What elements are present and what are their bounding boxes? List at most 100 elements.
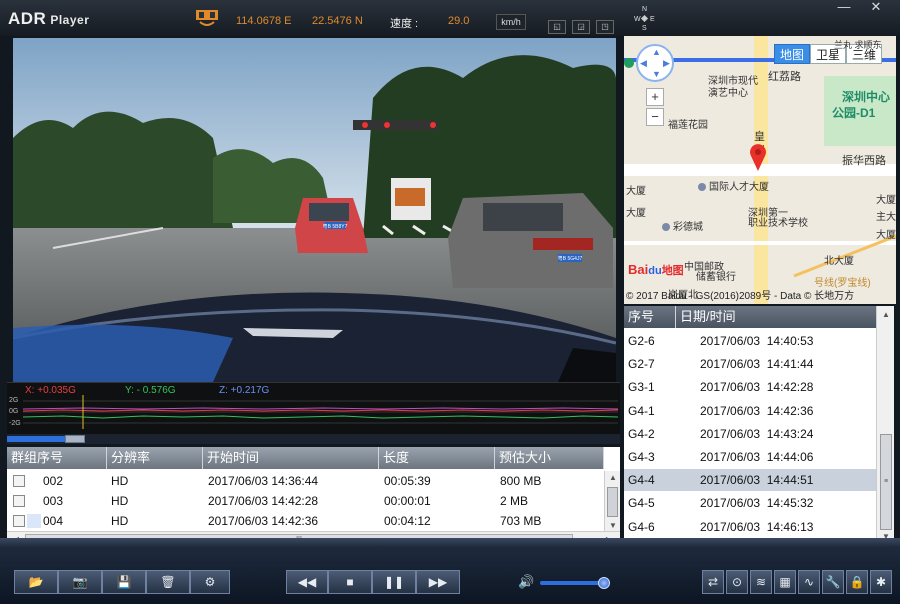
table-row[interactable]: G4-4 2017/06/03 14:44:51 [624, 469, 876, 492]
longitude-readout: 114.0678 E [236, 15, 292, 27]
col-resolution[interactable]: 分辨率 [107, 447, 203, 469]
table-row[interactable]: G3-1 2017/06/03 14:42:28 [624, 376, 876, 398]
save-button[interactable]: 💾 [102, 570, 146, 594]
zoom-in-button[interactable]: + [646, 88, 664, 106]
map-pan-control[interactable]: ▲ ◀ ▶ ▼ [636, 44, 674, 82]
adr-player-window: ADR Player 114.0678 E 22.5476 N 速度 : 29.0… [0, 0, 900, 604]
pan-left-icon[interactable]: ◀ [640, 58, 647, 69]
file-datetime: 2017/06/03 14:46:13 [700, 519, 814, 534]
map-panel[interactable]: 地图 卫星 三维 ▲ ◀ ▶ ▼ + − 深圳市现代 演艺中心 福莲花园 红荔路… [624, 36, 896, 304]
table-row[interactable]: 002 HD 2017/06/03 14:36:44 00:05:39 800 … [7, 471, 604, 491]
group-length: 00:04:12 [384, 514, 431, 528]
seek-handle[interactable] [65, 435, 85, 443]
table-row[interactable]: 003 HD 2017/06/03 14:42:28 00:00:01 2 MB [7, 491, 604, 511]
table-row[interactable]: G4-6 2017/06/03 14:46:13 [624, 516, 876, 538]
save-icon: 💾 [116, 575, 132, 589]
snapshot-button[interactable]: 📷 [58, 570, 102, 594]
map-label: 演艺中心 [708, 88, 748, 99]
map-label: 兰丸 求顺东 [834, 40, 882, 50]
volume-knob[interactable] [598, 577, 611, 589]
wave-icon: ∿ [803, 575, 815, 589]
layout-full-icon[interactable]: ◳ [596, 20, 614, 34]
scroll-up-icon[interactable]: ▲ [606, 471, 620, 485]
settings-button[interactable]: ⚙ [190, 570, 230, 594]
col-group-id[interactable]: 群组序号 [7, 447, 107, 469]
map-label: 大厦 [876, 195, 896, 206]
pause-button[interactable]: ❚❚ [372, 570, 416, 594]
row-checkbox[interactable] [13, 475, 25, 487]
col-size[interactable]: 预估大小 [495, 447, 604, 469]
file-datetime: 2017/06/03 14:42:36 [700, 403, 814, 418]
plate-right-text: 粤B 5G4J7 [558, 255, 583, 262]
col-file-id[interactable]: 序号 [624, 306, 676, 328]
file-id: G4-4 [628, 473, 655, 488]
tool-button-1[interactable]: ⇄ [702, 570, 724, 594]
row-checkbox[interactable] [13, 515, 25, 527]
group-id: 003 [43, 494, 64, 508]
gps-satellite-icon [196, 10, 218, 26]
tool-button-8[interactable]: ✱ [870, 570, 892, 594]
tool-button-6[interactable]: 🔧 [822, 570, 844, 594]
gsensor-trace [23, 395, 618, 429]
poi-icon [662, 223, 670, 232]
tool-button-5[interactable]: ∿ [798, 570, 820, 594]
tool-button-2[interactable]: ⊙ [726, 570, 748, 594]
col-file-datetime[interactable]: 日期/时间 [676, 306, 876, 328]
gsensor-graph[interactable]: X: +0.035G Y: - 0.576G Z: +0.217G 2G 0G … [7, 382, 620, 434]
pan-up-icon[interactable]: ▲ [652, 47, 661, 57]
map-label: 大厦 [626, 186, 646, 197]
zoom-out-button[interactable]: − [646, 108, 664, 126]
scroll-thumb[interactable] [607, 487, 618, 517]
col-start-time[interactable]: 开始时间 [203, 447, 379, 469]
delete-button[interactable]: 🗑 [146, 570, 190, 594]
rewind-button[interactable]: ◀◀ [286, 570, 328, 594]
row-checkbox[interactable] [13, 495, 25, 507]
close-button[interactable]: ✕ [864, 0, 888, 16]
tool-button-7[interactable]: 🔒 [846, 570, 868, 594]
map-label-talent: 国际人才大厦 [698, 178, 769, 193]
playback-seek-bar[interactable] [7, 434, 620, 444]
table-row[interactable]: G4-1 2017/06/03 14:42:36 [624, 400, 876, 422]
table-row[interactable]: G4-5 2017/06/03 14:45:32 [624, 492, 876, 514]
scroll-thumb[interactable]: ≡ [880, 434, 892, 530]
compass-s: S [642, 25, 647, 32]
open-folder-button[interactable]: 📂 [14, 570, 58, 594]
volume-icon[interactable]: 🔊 [518, 574, 534, 590]
table-row[interactable]: G4-3 2017/06/03 14:44:06 [624, 446, 876, 468]
minimize-button[interactable]: — [832, 0, 856, 16]
file-datetime: 2017/06/03 14:44:51 [700, 473, 814, 488]
tool-button-3[interactable]: ≋ [750, 570, 772, 594]
volume-slider[interactable] [540, 577, 611, 589]
layout-split-icon[interactable]: ◲ [572, 20, 590, 34]
tool-button-4[interactable]: ▦ [774, 570, 796, 594]
table-row[interactable]: 004 HD 2017/06/03 14:42:36 00:04:12 703 … [7, 511, 604, 531]
fast-forward-button[interactable]: ▶▶ [416, 570, 460, 594]
pan-right-icon[interactable]: ▶ [663, 58, 670, 69]
title-bar: ADR Player 114.0678 E 22.5476 N 速度 : 29.0… [0, 0, 900, 36]
col-length[interactable]: 长度 [379, 447, 495, 469]
files-vscrollbar[interactable]: ▲ ≡ ▼ [876, 306, 894, 546]
file-id: G3-1 [628, 380, 655, 395]
group-size: 703 MB [500, 514, 542, 528]
file-datetime: 2017/06/03 14:42:28 [700, 380, 814, 395]
file-id: G4-3 [628, 450, 655, 464]
compass-icon: N W E S [634, 6, 656, 32]
table-row[interactable]: G2-6 2017/06/03 14:40:53 [624, 330, 876, 352]
location-pin-icon [750, 144, 766, 171]
scroll-up-icon[interactable]: ▲ [879, 308, 893, 322]
compass-e: E [650, 16, 655, 23]
groups-vscrollbar[interactable]: ▲ ▼ [604, 471, 620, 533]
map-icon: ▦ [779, 575, 791, 589]
table-row[interactable]: G4-2 2017/06/03 14:43:24 [624, 423, 876, 445]
stop-icon: ■ [346, 575, 354, 589]
pan-down-icon[interactable]: ▼ [652, 69, 661, 79]
map-label: 振华西路 [842, 155, 886, 167]
map-tab-map[interactable]: 地图 [774, 44, 810, 64]
video-player[interactable]: 粤B 5B8Y7 粤B 5G4J7 [13, 38, 616, 382]
stop-button[interactable]: ■ [328, 570, 372, 594]
layout-restore-icon[interactable]: ◱ [548, 20, 566, 34]
file-datetime: 2017/06/03 14:45:32 [700, 496, 814, 511]
poi-icon [698, 183, 706, 192]
file-id: G2-6 [628, 334, 655, 348]
table-row[interactable]: G2-7 2017/06/03 14:41:44 [624, 353, 876, 375]
